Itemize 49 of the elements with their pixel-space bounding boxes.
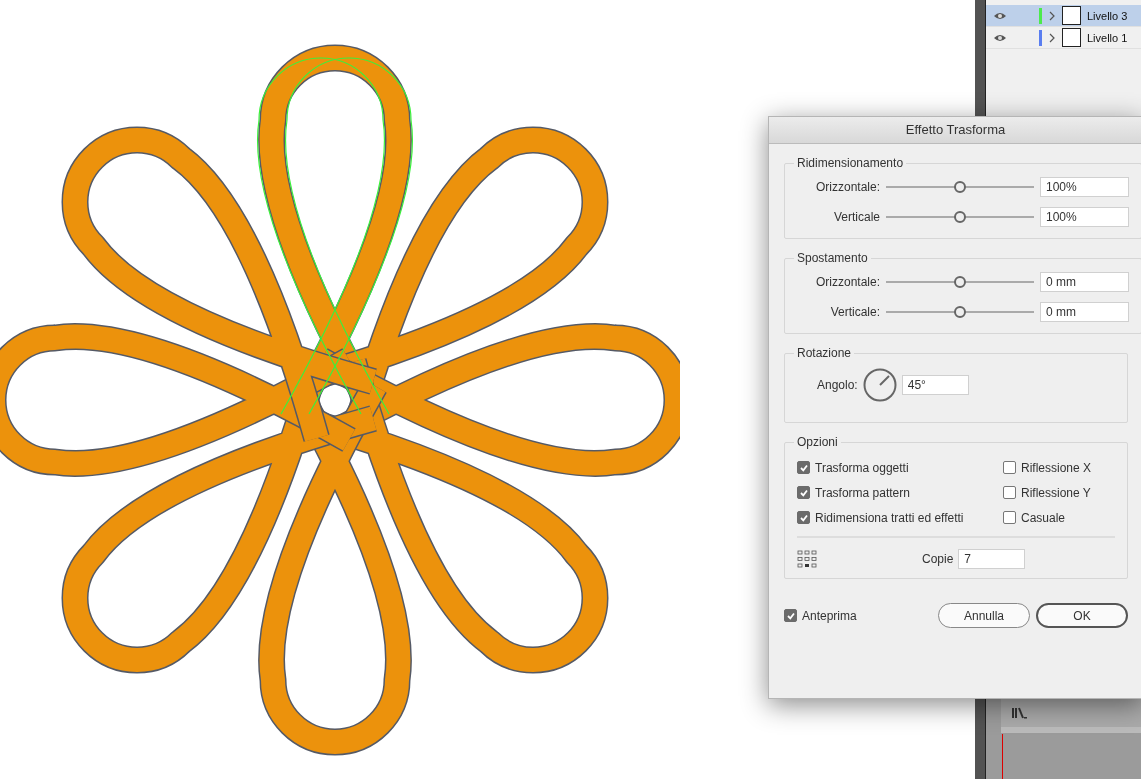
chevron-icon[interactable] — [1048, 32, 1056, 43]
checkbox[interactable] — [1003, 486, 1016, 499]
field-label: Copie — [922, 552, 954, 566]
input-field[interactable]: 45° — [901, 375, 969, 395]
cancel-button[interactable]: Annulla — [938, 603, 1030, 628]
field-label: Angolo: — [817, 378, 858, 392]
checkbox-label: Ridimensiona tratti ed effetti — [815, 510, 964, 525]
field-label: Verticale: — [829, 305, 881, 319]
dialog-title: Effetto Trasforma — [769, 117, 1141, 144]
checkbox-label: Trasforma pattern — [815, 485, 910, 500]
checkbox[interactable] — [797, 511, 810, 524]
slider-thumb[interactable] — [954, 211, 966, 223]
field-label: Verticale — [832, 210, 881, 224]
input-field[interactable]: 0 mm — [1040, 302, 1129, 322]
checkbox-label: Casuale — [1021, 510, 1066, 525]
checkbox-label: Riflessione Y — [1021, 485, 1091, 500]
group-title: Spostamento — [796, 251, 869, 265]
field-label: Orizzontale: — [814, 275, 881, 289]
field-label: Orizzontale: — [814, 180, 881, 194]
checkbox[interactable] — [784, 609, 797, 622]
layer-thumbnail — [1062, 28, 1081, 47]
checkbox[interactable] — [797, 461, 810, 474]
slider-thumb[interactable] — [954, 181, 966, 193]
slider-thumb[interactable] — [954, 306, 966, 318]
input-field[interactable]: 0 mm — [1040, 272, 1129, 292]
group-title: Rotazione — [796, 346, 853, 360]
checkbox-label: Trasforma oggetti — [815, 460, 909, 475]
group-title: Ridimensionamento — [796, 156, 905, 170]
input-field[interactable]: 7 — [958, 549, 1026, 569]
checkbox[interactable] — [1003, 461, 1016, 474]
input-field[interactable]: 100% — [1040, 207, 1129, 227]
input-field[interactable]: 100% — [1040, 177, 1129, 197]
layer-row[interactable]: Livello 1 — [986, 27, 1141, 49]
checkbox-label: Anteprima — [802, 608, 857, 623]
group-title: Opzioni — [796, 435, 839, 449]
checkbox[interactable] — [1003, 511, 1016, 524]
checkbox-label: Riflessione X — [1021, 460, 1092, 475]
ok-button[interactable]: OK — [1036, 603, 1128, 628]
slider-thumb[interactable] — [954, 276, 966, 288]
eye-icon[interactable] — [993, 32, 1007, 43]
layer-name[interactable]: Livello 1 — [1087, 31, 1128, 44]
layer-name[interactable]: Livello 3 — [1087, 9, 1128, 22]
eye-icon[interactable] — [993, 10, 1007, 21]
layer-thumbnail — [1062, 6, 1081, 25]
reference-point-icon[interactable] — [797, 550, 817, 568]
checkbox[interactable] — [797, 486, 810, 499]
layer-row[interactable]: Livello 3 — [986, 5, 1141, 27]
chevron-icon[interactable] — [1048, 10, 1056, 21]
angle-dial-icon[interactable] — [862, 368, 897, 402]
